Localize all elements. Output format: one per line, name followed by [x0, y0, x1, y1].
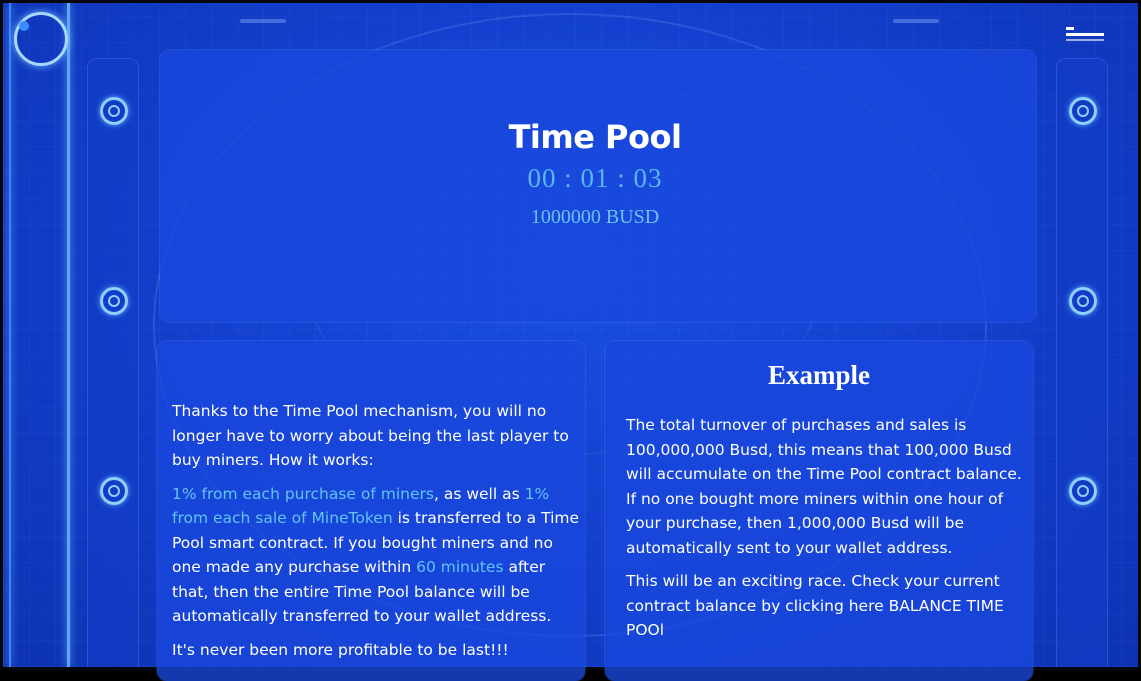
time-pool-countdown: 00 : 01 : 03: [527, 163, 663, 193]
info-text: Thanks to the Time Pool mechanism, you w…: [172, 399, 582, 671]
top-decoration: [240, 19, 286, 23]
ring-decoration-icon: [1069, 97, 1097, 125]
time-pool-balance: 1000000 BUSD: [530, 206, 660, 228]
top-decoration: [893, 19, 939, 23]
menu-bar: [1066, 27, 1074, 30]
example-text: The total turnover of purchases and sale…: [626, 413, 1026, 652]
info-rule: 1% from each purchase of miners, as well…: [172, 482, 582, 629]
example-paragraph-1: The total turnover of purchases and sale…: [626, 416, 1022, 557]
left-edge-line: [9, 3, 11, 667]
right-rail: [1056, 58, 1108, 667]
hamburger-menu-icon[interactable]: [1066, 27, 1104, 41]
example-paragraph-2[interactable]: This will be an exciting race. Check you…: [626, 569, 1026, 643]
menu-bar: [1066, 33, 1104, 36]
time-pool-title: Time Pool: [508, 118, 682, 156]
info-closing: It's never been more profitable to be la…: [172, 640, 509, 659]
left-rail: [87, 58, 139, 667]
ring-decoration-icon: [100, 97, 128, 125]
left-glow-line: [67, 3, 70, 667]
ring-decoration-icon: [1069, 287, 1097, 315]
highlight-purchase: 1% from each purchase of miners: [172, 484, 434, 503]
menu-bar: [1066, 39, 1104, 41]
highlight-minutes: 60 minutes: [416, 558, 504, 576]
rule-text: , as well as: [433, 484, 525, 503]
info-intro: Thanks to the Time Pool mechanism, you w…: [172, 402, 569, 469]
example-title: Example: [767, 360, 870, 390]
circular-logo-icon[interactable]: [14, 12, 68, 66]
ring-decoration-icon: [1069, 477, 1097, 505]
ring-decoration-icon: [100, 287, 128, 315]
ring-decoration-icon: [100, 477, 128, 505]
